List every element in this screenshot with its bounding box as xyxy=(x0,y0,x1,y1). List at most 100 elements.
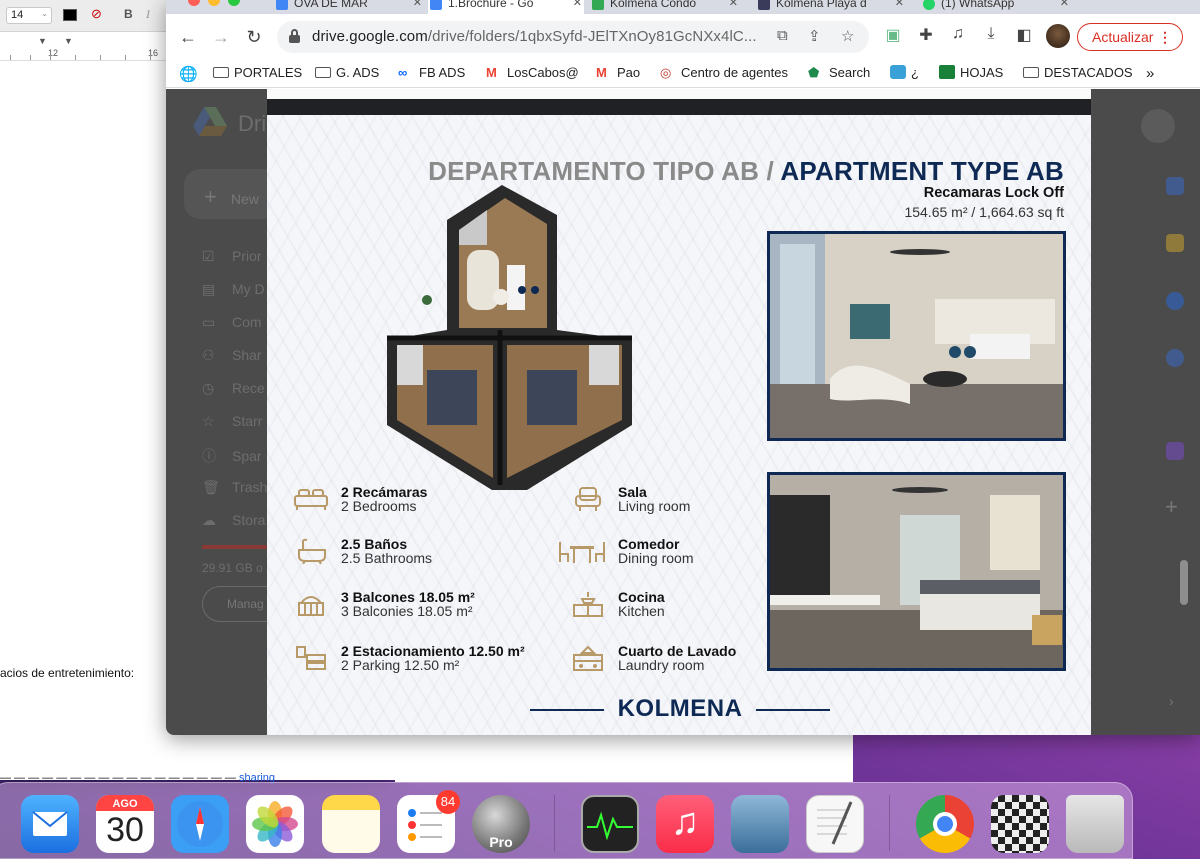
tab-stop-icon[interactable]: ▼ xyxy=(18,36,47,54)
sidebar-item-starred[interactable]: ☆ Starr xyxy=(202,413,262,430)
bookmark-label: HOJAS xyxy=(960,65,1004,80)
sidebar-item-trash[interactable]: 🗑 Trash xyxy=(202,479,267,496)
scrollbar-thumb[interactable] xyxy=(1180,560,1188,605)
storage-bar xyxy=(202,545,272,549)
feature-subtitle: Dining room xyxy=(618,550,694,566)
drive-account-avatar[interactable] xyxy=(1141,109,1175,143)
calendar-side-icon[interactable] xyxy=(1166,177,1184,195)
zoom-window-icon[interactable] xyxy=(228,0,240,6)
lock-icon[interactable] xyxy=(289,29,300,43)
dock: AGO 30 Pro ♫ xyxy=(0,782,1133,859)
bookmark-label: Centro de agentes xyxy=(681,65,788,80)
swirl-icon: ◎ xyxy=(660,65,672,80)
tab-kolmena-condo[interactable]: Kolmena Condo ✕ xyxy=(590,0,740,14)
close-icon[interactable]: ✕ xyxy=(413,0,422,9)
sidebar-item-storage[interactable]: ☁ Stora xyxy=(202,512,265,529)
contacts-side-icon[interactable] xyxy=(1166,349,1184,367)
close-window-icon[interactable] xyxy=(188,0,200,6)
more-menu-icon[interactable]: ⋮ xyxy=(1158,24,1172,50)
more-bookmarks-button[interactable]: » xyxy=(1146,65,1154,82)
sidebar-item-spam[interactable]: ⓘ Spar xyxy=(202,446,262,466)
chrome-icon[interactable] xyxy=(916,795,974,853)
sidebar-item-computers[interactable]: ▭ Com xyxy=(202,314,262,331)
bookmark-pao[interactable]: M Pao xyxy=(596,65,640,80)
trash-icon[interactable] xyxy=(1066,795,1124,853)
globe-icon[interactable]: 🌐 xyxy=(179,65,198,83)
safari-icon[interactable] xyxy=(171,795,229,853)
close-icon[interactable]: ✕ xyxy=(895,0,904,9)
bookmark-centro-agentes[interactable]: ◎ Centro de agentes xyxy=(660,65,788,80)
side-panel-icon[interactable]: ◧ xyxy=(1013,25,1035,45)
sidebar-item-recent[interactable]: ◷ Rece xyxy=(202,380,265,397)
sidebar-item-priority[interactable]: ☑ Prior xyxy=(202,248,262,265)
mail-icon[interactable] xyxy=(21,795,79,853)
browser-window[interactable]: OVA DE MAR ✕ 1.Brochure - Go ✕ Kolmena Con… xyxy=(166,0,1200,735)
music-icon[interactable]: ♫ xyxy=(656,795,714,853)
close-icon[interactable]: ✕ xyxy=(1060,0,1069,9)
notes-icon[interactable] xyxy=(322,795,380,853)
brochure-area: 154.65 m² / 1,664.63 sq ft xyxy=(904,204,1064,220)
bookmark-label: PORTALES xyxy=(234,65,303,80)
bookmark-destacados[interactable]: DESTACADOS xyxy=(1023,65,1133,80)
bold-button[interactable]: B xyxy=(124,7,133,21)
bookmark-question[interactable]: ¿ xyxy=(890,65,919,80)
spam-icon: ⓘ xyxy=(202,448,216,464)
reload-icon[interactable]: ↻ xyxy=(241,24,267,50)
textedit-icon[interactable] xyxy=(806,795,864,853)
bookmark-g-ads[interactable]: G. ADS xyxy=(315,65,379,80)
forward-icon[interactable]: → xyxy=(208,24,234,50)
back-icon[interactable]: ← xyxy=(175,24,201,50)
tab-ova-de-mar[interactable]: OVA DE MAR ✕ xyxy=(274,0,424,14)
bookmark-fb-ads[interactable]: ∞ FB ADS xyxy=(398,65,465,80)
address-bar[interactable]: drive.google.com/drive/folders/1qbxSyfd-… xyxy=(277,21,869,53)
download-icon[interactable]: ⤓ xyxy=(980,25,1002,43)
tab-kolmena-playa[interactable]: Kolmena Playa d ✕ xyxy=(756,0,906,14)
tab-whatsapp[interactable]: (1) WhatsApp ✕ xyxy=(921,0,1071,14)
bookmark-star-icon[interactable]: ☆ xyxy=(841,27,854,45)
update-button[interactable]: Actualizar ⋮ xyxy=(1077,23,1183,51)
feature-subtitle: Living room xyxy=(618,498,691,514)
feature-subtitle: 2 Bedrooms xyxy=(341,498,417,514)
text-color-swatch[interactable] xyxy=(63,9,77,21)
browser-toolbar: ← → ↻ drive.google.com/drive/folders/1qb… xyxy=(166,14,1200,60)
media-control-icon[interactable]: ♫ xyxy=(947,25,969,43)
computers-icon: ▭ xyxy=(202,314,216,330)
font-size-select[interactable]: 14 ⌄ xyxy=(6,7,52,24)
sidebar-label: Prior xyxy=(232,248,262,264)
sidebar-label: Spar xyxy=(232,448,262,464)
bookmark-portales[interactable]: PORTALES xyxy=(213,65,302,80)
calendar-icon[interactable]: AGO 30 xyxy=(96,795,154,853)
activity-monitor-icon[interactable] xyxy=(581,795,639,853)
keep-side-icon[interactable] xyxy=(1166,234,1184,252)
close-icon[interactable]: ✕ xyxy=(729,0,738,9)
minimize-window-icon[interactable] xyxy=(208,0,220,6)
url-text[interactable]: drive.google.com/drive/folders/1qbxSyfd-… xyxy=(312,28,757,45)
extension-icon[interactable]: ▣ xyxy=(882,25,904,45)
no-highlight-icon[interactable]: ⊘ xyxy=(91,6,102,22)
bookmark-label: Search xyxy=(829,65,871,80)
tasks-side-icon[interactable] xyxy=(1166,292,1184,310)
gmail-icon: M xyxy=(596,65,607,80)
puzzle-icon[interactable]: ✚ xyxy=(915,25,937,45)
sidebar-item-shared[interactable]: ⚇ Shar xyxy=(202,347,262,364)
italic-button[interactable]: I xyxy=(146,7,150,22)
tab-strip: OVA DE MAR ✕ 1.Brochure - Go ✕ Kolmena Con… xyxy=(166,0,1200,14)
open-external-icon[interactable]: ⧉ xyxy=(777,27,788,44)
close-icon[interactable]: ✕ xyxy=(573,0,582,9)
photos-icon[interactable] xyxy=(246,795,304,853)
sidebar-item-my-drive[interactable]: ▤ My D xyxy=(202,281,265,298)
tab-label: OVA DE MAR xyxy=(294,0,368,10)
add-addon-icon[interactable]: + xyxy=(1165,494,1178,520)
chess-icon[interactable] xyxy=(991,795,1049,853)
preview-icon[interactable] xyxy=(731,795,789,853)
earth-pro-icon[interactable]: Pro xyxy=(472,795,530,853)
chevron-right-icon[interactable]: › xyxy=(1169,693,1174,709)
whatsapp-icon xyxy=(923,0,935,10)
bookmark-loscabos[interactable]: M LosCabos@ xyxy=(486,65,579,80)
addon-side-icon[interactable] xyxy=(1166,442,1184,460)
bookmark-search[interactable]: ⬟ Search xyxy=(808,65,870,80)
tab-brochure[interactable]: 1.Brochure - Go ✕ xyxy=(428,0,584,14)
profile-avatar[interactable] xyxy=(1046,24,1070,48)
bookmark-hojas[interactable]: HOJAS xyxy=(939,65,1003,80)
share-icon[interactable]: ⇪ xyxy=(808,27,821,45)
